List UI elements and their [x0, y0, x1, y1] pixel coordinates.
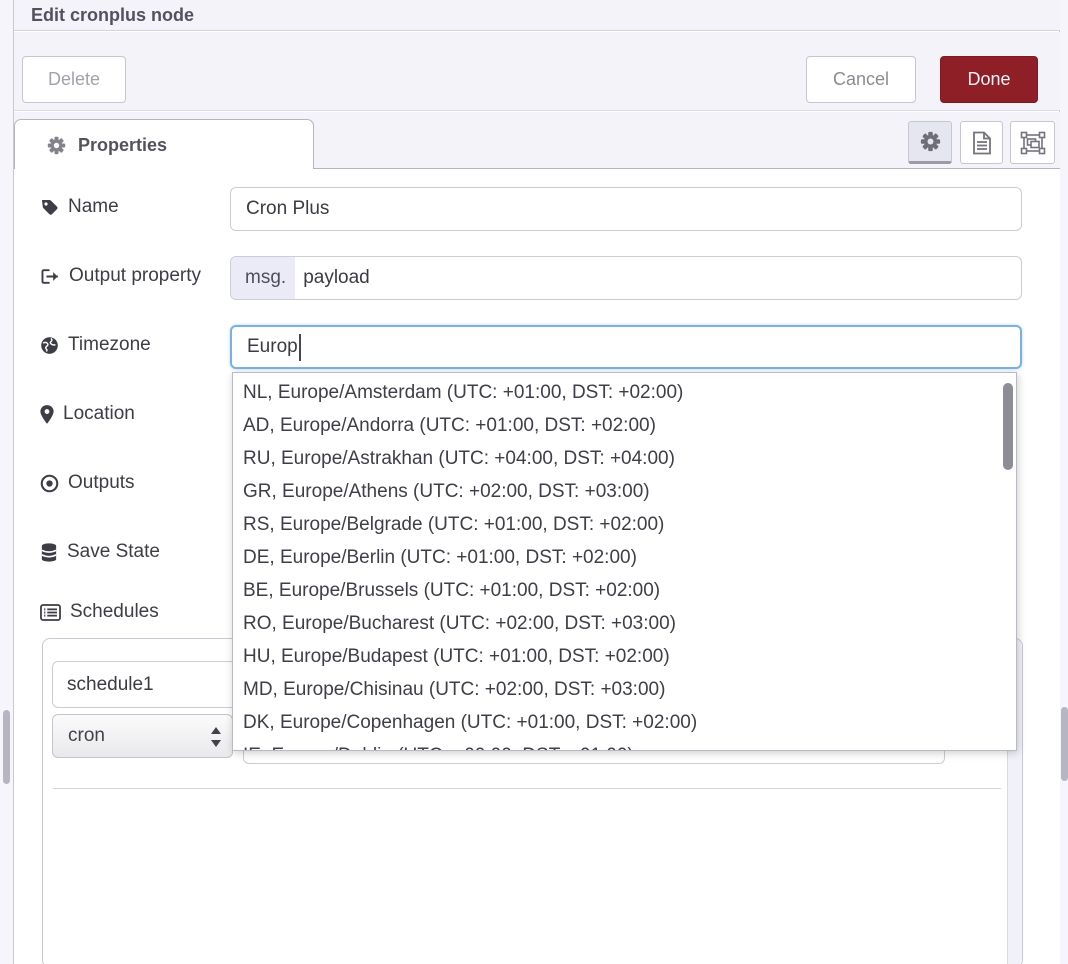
- database-icon: [40, 543, 58, 562]
- schedules-label-row: Schedules: [40, 601, 159, 623]
- schedule-type-select[interactable]: cron: [52, 714, 233, 758]
- dropdown-scrollbar-thumb[interactable]: [1003, 383, 1013, 470]
- tab-properties-label: Properties: [78, 135, 167, 156]
- name-label: Name: [68, 196, 119, 218]
- properties-icon-button[interactable]: [908, 121, 952, 164]
- name-input[interactable]: Cron Plus: [230, 187, 1022, 231]
- output-property-label-row: Output property: [40, 265, 201, 287]
- msg-prefix[interactable]: msg.: [231, 257, 295, 299]
- right-scrollbar-thumb[interactable]: [1061, 707, 1068, 781]
- timezone-option[interactable]: HU, Europe/Budapest (UTC: +01:00, DST: +…: [233, 640, 1016, 673]
- dialog-title: Edit cronplus node: [31, 5, 194, 26]
- timezone-dropdown: NL, Europe/Amsterdam (UTC: +01:00, DST: …: [232, 372, 1017, 751]
- gear-icon: [47, 136, 66, 155]
- save-state-label-row: Save State: [40, 541, 160, 563]
- list-alt-icon: [40, 604, 61, 621]
- timezone-input[interactable]: Europ: [230, 325, 1022, 369]
- schedule-type-value: cron: [68, 725, 105, 747]
- timezone-option[interactable]: IE, Europe/Dublin (UTC: +00:00, DST: +01…: [233, 739, 1016, 751]
- location-label-row: Location: [40, 403, 135, 425]
- file-icon: [972, 131, 992, 155]
- schedules-label: Schedules: [70, 601, 159, 623]
- timezone-label: Timezone: [68, 334, 151, 356]
- cancel-button[interactable]: Cancel: [806, 56, 916, 103]
- timezone-option[interactable]: DE, Europe/Berlin (UTC: +01:00, DST: +02…: [233, 541, 1016, 574]
- sort-arrows-icon: [210, 726, 222, 748]
- delete-button[interactable]: Delete: [22, 56, 126, 103]
- workspace-right-gutter: [1059, 0, 1068, 964]
- appearance-icon: [1020, 131, 1046, 155]
- output-property-typed-input[interactable]: msg. payload: [230, 256, 1022, 300]
- dot-circle-icon: [40, 474, 59, 493]
- sign-out-icon: [40, 267, 60, 286]
- left-scrollbar-thumb[interactable]: [3, 710, 10, 784]
- globe-icon: [40, 336, 59, 355]
- timezone-option[interactable]: GR, Europe/Athens (UTC: +02:00, DST: +03…: [233, 475, 1016, 508]
- timezone-option[interactable]: MD, Europe/Chisinau (UTC: +02:00, DST: +…: [233, 673, 1016, 706]
- timezone-option-list: NL, Europe/Amsterdam (UTC: +01:00, DST: …: [233, 373, 1016, 751]
- timezone-input-value: Europ: [247, 336, 298, 358]
- timezone-option[interactable]: RU, Europe/Astrakhan (UTC: +04:00, DST: …: [233, 442, 1016, 475]
- description-icon-button[interactable]: [960, 121, 1003, 164]
- edit-tab-bar: Properties: [14, 112, 1060, 169]
- timezone-option[interactable]: RO, Europe/Bucharest (UTC: +02:00, DST: …: [233, 607, 1016, 640]
- output-property-label: Output property: [69, 265, 201, 287]
- location-label: Location: [63, 403, 135, 425]
- tag-icon: [40, 198, 59, 217]
- save-state-label: Save State: [67, 541, 160, 563]
- timezone-option[interactable]: RS, Europe/Belgrade (UTC: +01:00, DST: +…: [233, 508, 1016, 541]
- schedule-divider: [53, 788, 1001, 789]
- timezone-option[interactable]: DK, Europe/Copenhagen (UTC: +01:00, DST:…: [233, 706, 1016, 739]
- text-caret: [299, 334, 301, 361]
- done-button[interactable]: Done: [940, 56, 1038, 103]
- name-input-value: Cron Plus: [246, 198, 329, 220]
- dialog-button-bar: Delete Cancel Done: [14, 32, 1060, 111]
- outputs-label-row: Outputs: [40, 472, 135, 494]
- dialog-header: Edit cronplus node: [14, 0, 1060, 31]
- timezone-label-row: Timezone: [40, 334, 151, 356]
- name-label-row: Name: [40, 196, 119, 218]
- schedule-name-value: schedule1: [67, 674, 154, 696]
- timezone-option[interactable]: NL, Europe/Amsterdam (UTC: +01:00, DST: …: [233, 376, 1016, 409]
- appearance-icon-button[interactable]: [1010, 121, 1055, 164]
- tab-properties[interactable]: Properties: [14, 119, 314, 170]
- workspace-left-gutter: [0, 0, 14, 964]
- timezone-option[interactable]: BE, Europe/Brussels (UTC: +01:00, DST: +…: [233, 574, 1016, 607]
- timezone-option[interactable]: AD, Europe/Andorra (UTC: +01:00, DST: +0…: [233, 409, 1016, 442]
- output-property-value: payload: [295, 267, 370, 289]
- map-marker-icon: [40, 405, 54, 424]
- outputs-label: Outputs: [68, 472, 135, 494]
- gear-icon: [920, 131, 941, 152]
